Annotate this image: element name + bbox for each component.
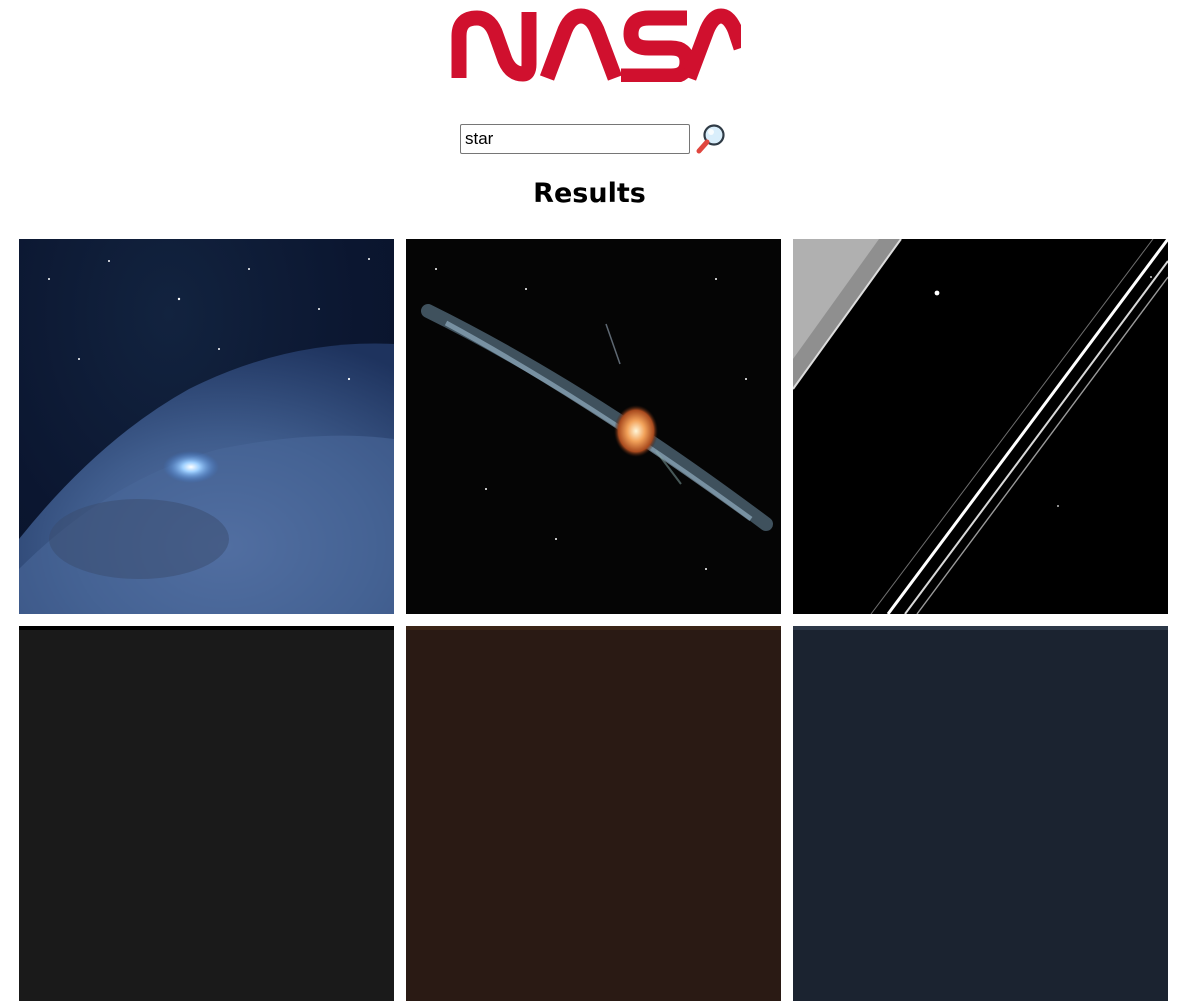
result-card[interactable] bbox=[793, 239, 1168, 614]
nebula-image bbox=[19, 258, 394, 614]
result-card[interactable] bbox=[793, 626, 1168, 1001]
result-card[interactable] bbox=[406, 626, 781, 1001]
saturn-rings-image bbox=[793, 239, 1168, 614]
star-disk-image bbox=[421, 268, 773, 570]
results-grid bbox=[19, 239, 1168, 1001]
result-image bbox=[406, 626, 781, 630]
nasa-logo bbox=[449, 8, 741, 82]
search-bar bbox=[460, 122, 728, 156]
results-heading: Results bbox=[533, 178, 646, 209]
result-card[interactable] bbox=[406, 239, 781, 614]
search-input[interactable] bbox=[460, 124, 690, 154]
result-image bbox=[19, 626, 394, 630]
result-image bbox=[793, 626, 1168, 630]
result-card[interactable] bbox=[19, 626, 394, 1001]
magnifying-glass-icon bbox=[696, 124, 725, 154]
search-button[interactable] bbox=[694, 122, 728, 156]
result-card[interactable] bbox=[19, 239, 394, 614]
